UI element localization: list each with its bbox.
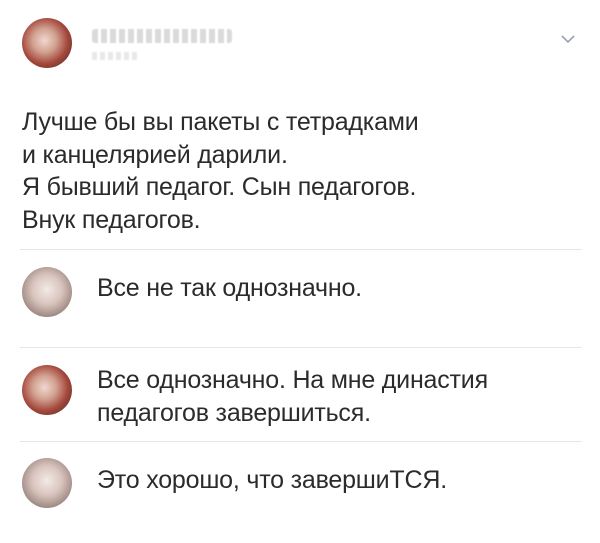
reply-avatar[interactable] bbox=[22, 365, 72, 415]
divider bbox=[20, 347, 582, 348]
reply-avatar[interactable] bbox=[22, 458, 72, 508]
divider bbox=[20, 249, 582, 250]
reply-line: Все однозначно. На мне династия bbox=[97, 366, 488, 394]
reply-text: Это хорошо, что завершиТСЯ. bbox=[97, 464, 447, 497]
author-avatar[interactable] bbox=[22, 18, 72, 68]
reply-line: педагогов завершиться. bbox=[97, 398, 371, 427]
tweet-line: и канцелярией дарили. bbox=[22, 140, 288, 169]
reply-text: Все однозначно. На мне династия педагого… bbox=[97, 364, 488, 429]
tweet-line: Я бывший педагог. Сын педагогов. bbox=[22, 173, 417, 201]
reply-text: Все не так однозначно. bbox=[97, 272, 362, 305]
reply-avatar[interactable] bbox=[22, 267, 72, 317]
reply-line: Все не так однозначно. bbox=[97, 274, 362, 302]
chevron-down-icon[interactable] bbox=[560, 33, 576, 45]
author-handle-redacted bbox=[92, 52, 140, 60]
reply-line: Это хорошо, что завершиТСЯ. bbox=[97, 466, 447, 494]
tweet-line: Лучше бы вы пакеты с тетрадками bbox=[22, 108, 419, 136]
tweet-line: Внук педагогов. bbox=[22, 205, 201, 234]
tweet-text: Лучше бы вы пакеты с тетрадками и канцел… bbox=[22, 106, 582, 236]
divider bbox=[20, 441, 582, 442]
author-name-redacted[interactable] bbox=[92, 29, 232, 43]
